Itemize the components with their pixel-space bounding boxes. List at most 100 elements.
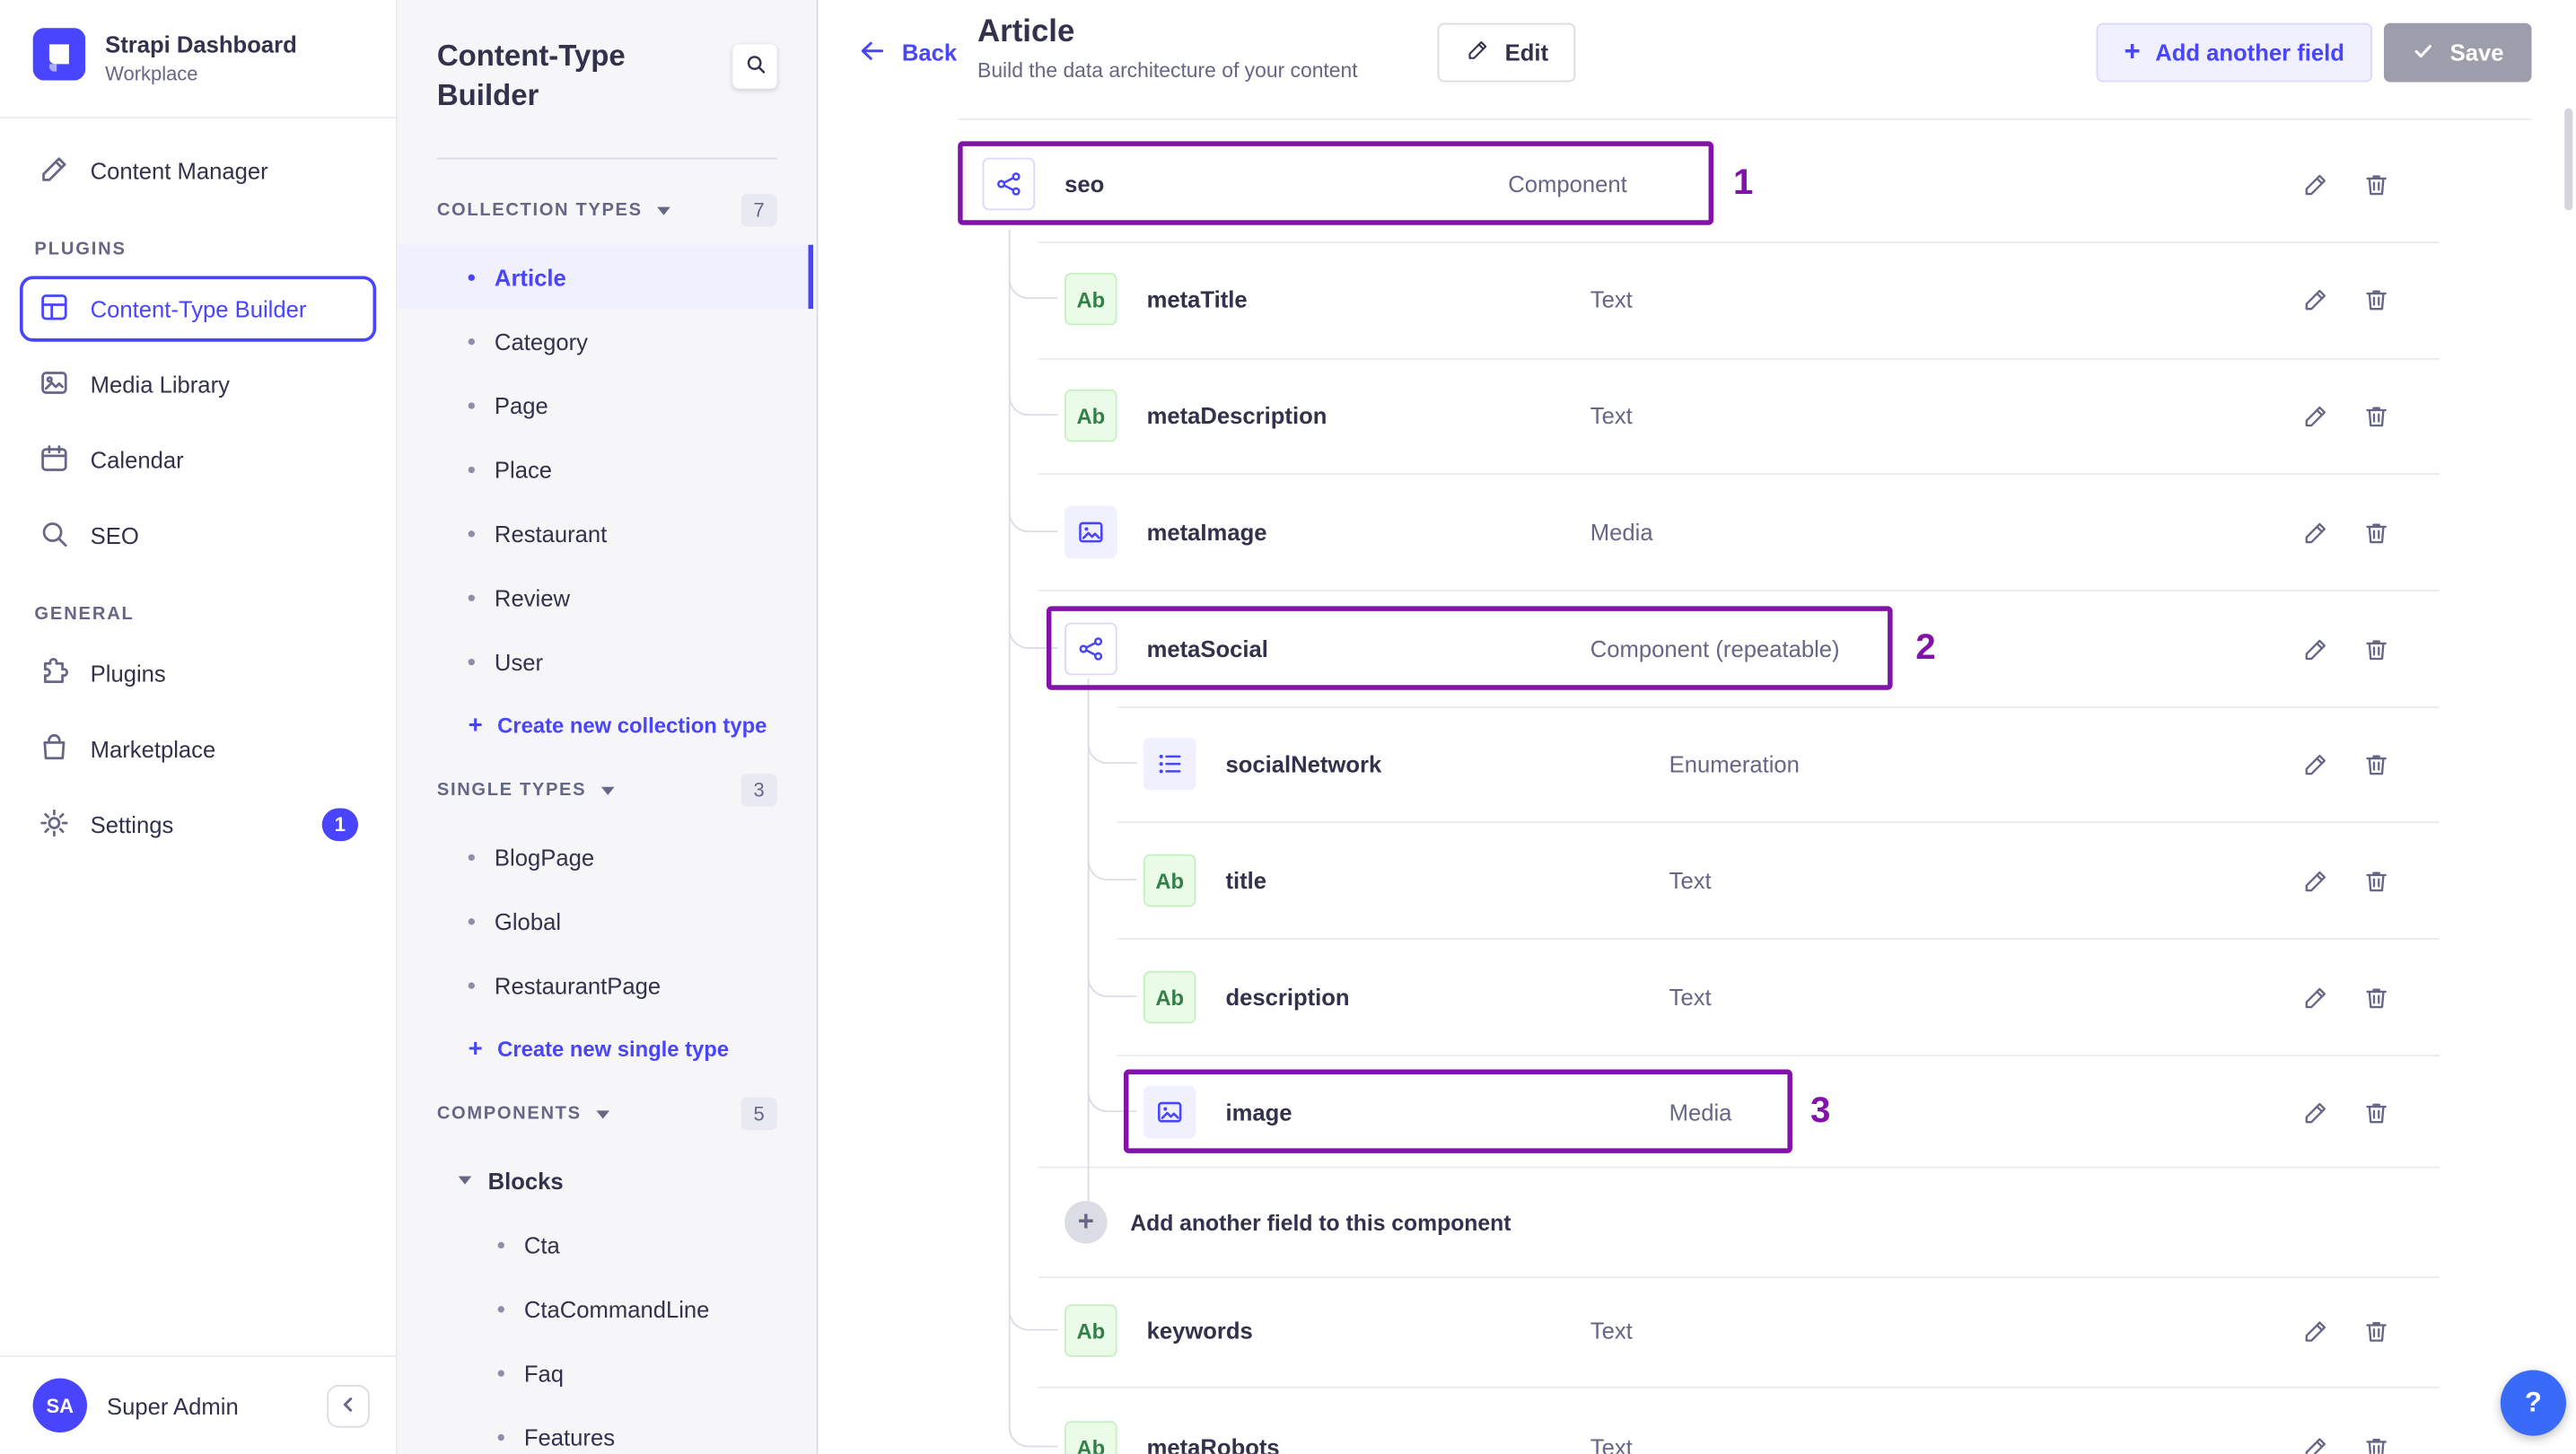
collection-type-article[interactable]: Article xyxy=(397,244,817,310)
panel-search-button[interactable] xyxy=(732,44,777,89)
section-label: COLLECTION TYPES xyxy=(436,200,643,221)
field-type: Component (repeatable) xyxy=(1590,635,1840,662)
delete-field-button[interactable] xyxy=(2362,867,2390,895)
collection-type-user[interactable]: User xyxy=(398,629,817,693)
text-field-icon: Ab xyxy=(1065,389,1117,442)
edit-field-button[interactable] xyxy=(2301,170,2329,197)
scrollbar-thumb[interactable] xyxy=(2564,108,2573,211)
field-name: image xyxy=(1225,1099,1292,1126)
item-label: Global xyxy=(494,907,562,934)
delete-field-button[interactable] xyxy=(2362,635,2390,662)
field-name: metaTitle xyxy=(1146,285,1248,312)
puzzle-icon xyxy=(38,654,71,692)
bullet-icon xyxy=(468,337,475,345)
media-field-icon xyxy=(1065,505,1117,559)
delete-field-button[interactable] xyxy=(2362,983,2390,1011)
nav-marketplace[interactable]: Marketplace xyxy=(20,716,376,782)
edit-field-button[interactable] xyxy=(2301,402,2329,430)
nav-label: Plugins xyxy=(90,660,166,688)
nav-plugins[interactable]: Plugins xyxy=(20,641,376,706)
nav-label: Content Manager xyxy=(90,157,268,184)
write-icon xyxy=(38,152,71,189)
text-glyph: Ab xyxy=(1155,985,1185,1010)
component-features[interactable]: Features xyxy=(398,1405,817,1454)
main-nav: Content Manager PLUGINS Content-Type Bui… xyxy=(0,118,396,1355)
nav-label: SEO xyxy=(90,522,139,549)
create-collection-type-link[interactable]: + Create new collection type xyxy=(398,693,817,756)
nav-media-library[interactable]: Media Library xyxy=(20,352,376,417)
bullet-icon xyxy=(468,530,475,537)
save-button[interactable]: Save xyxy=(2384,22,2532,83)
edit-field-button[interactable] xyxy=(2301,867,2329,895)
bullet-icon xyxy=(468,465,475,473)
nav-label: Calendar xyxy=(90,446,184,474)
collection-types-header[interactable]: COLLECTION TYPES 7 xyxy=(437,176,777,245)
single-types-header[interactable]: SINGLE TYPES 3 xyxy=(437,756,777,825)
add-field-to-component-button[interactable]: + Add another field to this component xyxy=(958,1165,2531,1280)
collection-type-review[interactable]: Review xyxy=(398,565,817,629)
component-cta[interactable]: Cta xyxy=(398,1213,817,1276)
bullet-icon xyxy=(468,401,475,408)
component-icon xyxy=(982,157,1036,211)
single-type-restaurantpage[interactable]: RestaurantPage xyxy=(398,953,817,1017)
component-group-blocks[interactable]: Blocks xyxy=(398,1148,817,1212)
section-label: COMPONENTS xyxy=(436,1103,582,1124)
edit-field-button[interactable] xyxy=(2301,285,2329,313)
collapse-sidebar-button[interactable] xyxy=(327,1384,370,1427)
single-type-global[interactable]: Global xyxy=(398,889,817,952)
field-type: Enumeration xyxy=(1669,750,1800,777)
nav-content-manager[interactable]: Content Manager xyxy=(20,138,376,204)
components-count: 5 xyxy=(740,1097,777,1131)
edit-button[interactable]: Edit xyxy=(1437,22,1577,83)
nav-settings[interactable]: Settings 1 xyxy=(20,792,376,857)
item-label: Features xyxy=(523,1423,616,1450)
edit-field-button[interactable] xyxy=(2301,983,2329,1011)
text-field-icon: Ab xyxy=(1143,970,1196,1024)
nav-seo[interactable]: SEO xyxy=(20,503,376,568)
collection-type-restaurant[interactable]: Restaurant xyxy=(398,501,817,565)
delete-field-button[interactable] xyxy=(2362,1433,2390,1454)
bullet-icon xyxy=(497,1432,504,1441)
edit-field-button[interactable] xyxy=(2301,1433,2329,1454)
delete-field-button[interactable] xyxy=(2362,1317,2390,1345)
collection-type-category[interactable]: Category xyxy=(398,309,817,372)
component-ctacommandline[interactable]: CtaCommandLine xyxy=(398,1276,817,1340)
field-row-keywords: Ab keywords Text xyxy=(958,1274,2531,1388)
item-label: Article xyxy=(494,263,566,291)
create-single-type-link[interactable]: + Create new single type xyxy=(398,1017,817,1080)
delete-field-button[interactable] xyxy=(2362,1099,2390,1126)
single-type-blogpage[interactable]: BlogPage xyxy=(398,825,817,889)
fields-table: seo Component Ab metaTitle Text Ab metaD… xyxy=(958,118,2532,1454)
delete-field-button[interactable] xyxy=(2362,750,2390,778)
collection-type-page[interactable]: Page xyxy=(398,372,817,436)
edit-field-button[interactable] xyxy=(2301,1317,2329,1345)
collection-type-place[interactable]: Place xyxy=(398,437,817,501)
media-field-icon xyxy=(1143,1085,1196,1139)
edit-field-button[interactable] xyxy=(2301,1099,2329,1126)
component-faq[interactable]: Faq xyxy=(398,1341,817,1405)
delete-field-button[interactable] xyxy=(2362,518,2390,546)
add-another-field-button[interactable]: + Add another field xyxy=(2096,22,2373,83)
delete-field-button[interactable] xyxy=(2362,285,2390,313)
delete-field-button[interactable] xyxy=(2362,402,2390,430)
annotation-number-3: 3 xyxy=(1810,1089,1831,1131)
search-icon xyxy=(743,53,767,81)
help-button[interactable]: ? xyxy=(2500,1370,2567,1436)
field-row-image: image Media xyxy=(958,1055,2531,1169)
nav-calendar[interactable]: Calendar xyxy=(20,427,376,493)
item-label: User xyxy=(494,648,544,675)
back-link[interactable]: Back xyxy=(857,0,957,105)
field-row-metaTitle: Ab metaTitle Text xyxy=(958,241,2531,356)
add-field-label: Add another field to this component xyxy=(1130,1210,1511,1235)
main-sidebar: Strapi Dashboard Workplace Content Manag… xyxy=(0,0,398,1454)
group-label: Blocks xyxy=(487,1167,564,1194)
nav-content-type-builder[interactable]: Content-Type Builder xyxy=(19,276,377,342)
edit-field-button[interactable] xyxy=(2301,518,2329,546)
page-title: Article xyxy=(977,14,1075,49)
text-field-icon: Ab xyxy=(1065,1421,1117,1454)
delete-field-button[interactable] xyxy=(2362,170,2390,197)
components-header[interactable]: COMPONENTS 5 xyxy=(437,1080,777,1149)
edit-field-button[interactable] xyxy=(2301,635,2329,662)
strapi-logo xyxy=(32,28,86,89)
edit-field-button[interactable] xyxy=(2301,750,2329,778)
